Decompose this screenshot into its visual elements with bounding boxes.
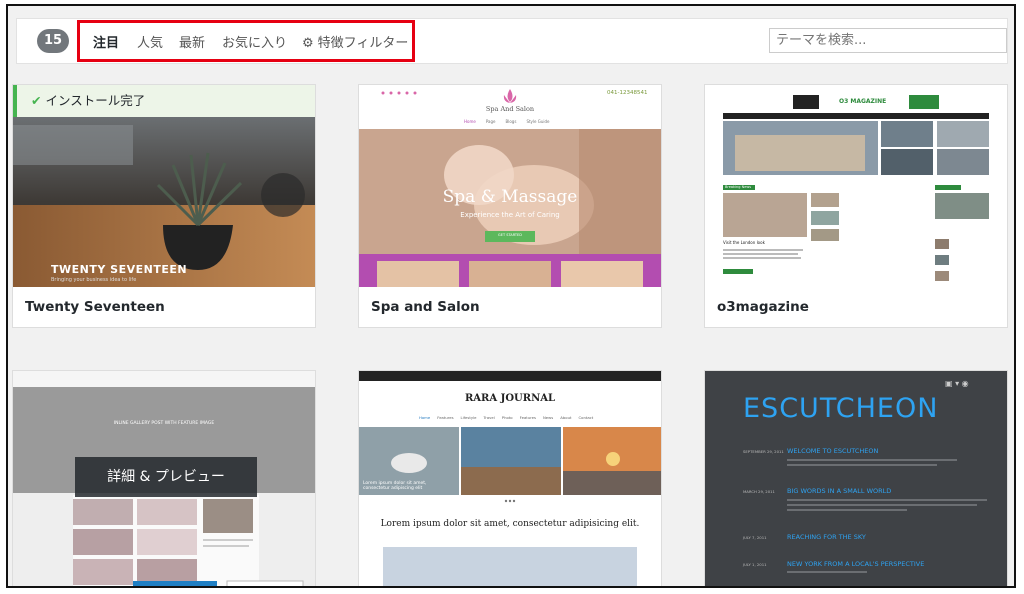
theme-card-rara-journal[interactable]: RARA JOURNAL Home Features Lifestyle Travel…	[358, 370, 662, 586]
theme-name[interactable]: o3magazine	[717, 299, 809, 315]
article-headline: Visit the London look	[723, 240, 765, 245]
tab-popular[interactable]: 人気	[137, 32, 163, 51]
brand-name: Spa And Salon	[485, 105, 535, 113]
theme-count-badge: 15	[37, 29, 69, 53]
journal-nav: Home Features Lifestyle Travel Photo Features…	[419, 415, 594, 420]
theme-card-o3magazine[interactable]: O3 MAGAZINE Breaking News Visit the Lond…	[704, 84, 1008, 328]
theme-search-input[interactable]	[769, 28, 1007, 53]
theme-screenshot[interactable]: ▣ ▾ ◉ ESCUTCHEON SEPTEMBER 29, 2011 WELC…	[705, 371, 1007, 586]
tab-latest[interactable]: 最新	[179, 32, 205, 51]
article-title: Lorem ipsum dolor sit amet, consectetur …	[380, 519, 640, 529]
feature-filter-label: 特徴フィルター	[317, 36, 409, 51]
slide-caption: Lorem ipsum dolor sit amet, consectetur …	[363, 481, 427, 491]
theme-card-escutcheon[interactable]: ▣ ▾ ◉ ESCUTCHEON SEPTEMBER 29, 2011 WELC…	[704, 370, 1008, 586]
theme-card-twenty-seventeen[interactable]: ✔ インストール完了 TWENTY SEVENTEEN Bringing you…	[12, 84, 316, 328]
tab-featured[interactable]: 注目	[93, 32, 119, 51]
installed-notice: ✔ インストール完了	[13, 85, 315, 117]
theme-name[interactable]: Twenty Seventeen	[25, 299, 165, 315]
magazine-logo: O3 MAGAZINE	[839, 98, 887, 105]
post-heading: INLINE GALLERY POST WITH FEATURE IMAGE	[113, 421, 215, 426]
gear-icon: ⚙	[302, 36, 314, 51]
escutcheon-text-lines	[787, 459, 987, 573]
tab-feature-filter[interactable]: ⚙ 特徴フィルター	[302, 32, 408, 51]
tab-favorites[interactable]: お気に入り	[222, 32, 287, 51]
theme-card-spa-and-salon[interactable]: Spa And Salon 041-12348541 Home Page Blogs…	[358, 84, 662, 328]
theme-screenshot[interactable]: O3 MAGAZINE Breaking News Visit the Lond…	[705, 85, 1007, 287]
theme-name[interactable]: Spa and Salon	[371, 299, 480, 315]
get-started-button[interactable]: GET STARTED	[485, 233, 535, 237]
checkmark-icon: ✔	[31, 93, 42, 108]
spa-salon-preview	[359, 85, 661, 287]
journal-title: RARA JOURNAL	[464, 393, 556, 404]
theme-screenshot[interactable]: Spa And Salon 041-12348541 Home Page Blogs…	[359, 85, 661, 287]
hero-title: Spa & Massage	[442, 187, 578, 207]
theme-browser: 15 注目 人気 最新 お気に入り ⚙特徴フィルター ✔インストール完了	[6, 4, 1016, 588]
theme-card-gallery[interactable]: INLINE GALLERY POST WITH FEATURE IMAGE 詳…	[12, 370, 316, 586]
hero-subtitle: Experience the Art of Caring	[460, 211, 560, 219]
preview-title: TWENTY SEVENTEEN	[51, 263, 188, 276]
theme-screenshot[interactable]: INLINE GALLERY POST WITH FEATURE IMAGE 詳…	[13, 371, 315, 586]
preview-subtitle: Bringing your business idea to life	[51, 277, 137, 283]
phone-number: 041-12348541	[607, 90, 648, 96]
main-nav: Home Page Blogs Style Guide	[464, 119, 550, 124]
theme-filter-bar: 15 注目 人気 最新 お気に入り ⚙ 特徴フィルター	[16, 18, 1008, 64]
breaking-news-label: Breaking News	[725, 185, 752, 189]
details-preview-button[interactable]: 詳細 & プレビュー	[75, 457, 257, 497]
theme-screenshot[interactable]: RARA JOURNAL Home Features Lifestyle Travel…	[359, 371, 661, 586]
